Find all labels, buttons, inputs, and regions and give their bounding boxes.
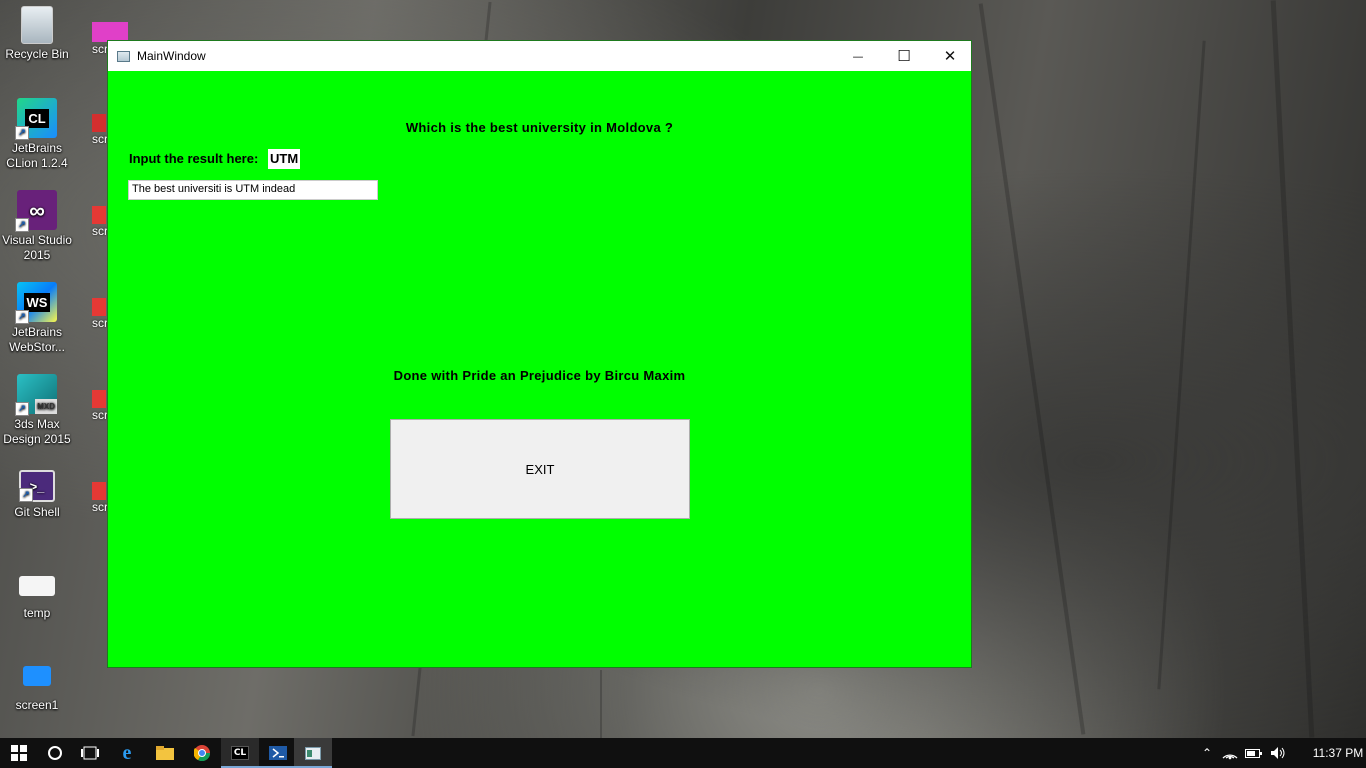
folder-icon [23, 666, 51, 686]
taskbar: e CL ⌃ 11:37 PM [0, 738, 1366, 768]
exit-button[interactable]: EXIT [390, 419, 690, 519]
battery-icon[interactable] [1245, 747, 1263, 759]
desktop-icon-3ds-max[interactable]: MXD ↗ 3ds Max Design 2015 [0, 374, 74, 447]
chrome-button[interactable] [183, 738, 221, 768]
credits-label: Done with Pride an Prejudice by Bircu Ma… [393, 368, 686, 383]
desktop-icon-label: Recycle Bin [5, 47, 69, 61]
show-hidden-icons-icon[interactable]: ⌃ [1196, 746, 1218, 760]
visual-studio-icon: ∞ ↗ [15, 190, 57, 232]
desktop-icon-clion[interactable]: CL ↗ JetBrains CLion 1.2.4 [0, 98, 74, 171]
folder-icon [156, 746, 174, 760]
minimize-button[interactable]: — [835, 41, 881, 71]
shortcut-arrow-icon: ↗ [19, 488, 33, 502]
question-label: Which is the best university in Moldova … [405, 120, 674, 135]
window-title: MainWindow [137, 49, 206, 63]
desktop-icon-visual-studio[interactable]: ∞ ↗ Visual Studio 2015 [0, 190, 74, 263]
shortcut-arrow-icon: ↗ [15, 218, 29, 232]
input-result-label: Input the result here: [129, 151, 259, 166]
clock[interactable]: 11:37 PM [1308, 746, 1366, 760]
desktop-icon-label: JetBrains CLion 1.2.4 [6, 141, 68, 170]
search-circle-icon [48, 746, 62, 760]
git-shell-icon: >_ ↗ [19, 470, 55, 502]
webstorm-icon: WS ↗ [15, 282, 57, 324]
desktop-icon-recycle-bin[interactable]: Recycle Bin [0, 6, 74, 62]
edge-icon: e [122, 741, 132, 764]
exit-button-label: EXIT [525, 461, 555, 477]
window-titlebar[interactable]: MainWindow — ☐ ✕ [108, 41, 971, 71]
result-value: UTM [268, 149, 301, 169]
volume-icon[interactable] [1269, 746, 1287, 760]
desktop-icon-label: Visual Studio 2015 [2, 233, 72, 262]
edge-browser-button[interactable]: e [108, 738, 146, 768]
file-explorer-button[interactable] [146, 738, 184, 768]
3ds-max-icon: MXD ↗ [15, 374, 57, 416]
clion-icon: CL [230, 746, 250, 760]
close-icon: ✕ [943, 47, 957, 65]
desktop-icon-label: 3ds Max Design 2015 [3, 417, 71, 446]
powershell-icon [269, 746, 287, 760]
desktop-icon-screen1[interactable]: screen1 [0, 662, 74, 713]
start-button[interactable] [0, 738, 38, 768]
cortana-search-button[interactable] [36, 738, 74, 768]
shortcut-arrow-icon: ↗ [15, 126, 29, 140]
wifi-icon[interactable] [1221, 746, 1239, 760]
task-view-icon [81, 746, 99, 760]
desktop-icon-label: JetBrains WebStor... [9, 325, 65, 354]
desktop-icon-temp[interactable]: temp [0, 570, 74, 621]
powershell-taskbar-button[interactable] [259, 738, 297, 768]
system-tray: ⌃ 11:37 PM [1196, 738, 1366, 768]
desktop-icon-label: screen1 [15, 698, 59, 712]
clion-taskbar-button[interactable]: CL [221, 738, 259, 768]
shortcut-arrow-icon: ↗ [15, 310, 29, 324]
chrome-icon [194, 745, 210, 761]
maximize-icon: ☐ [897, 47, 911, 65]
close-button[interactable]: ✕ [927, 41, 973, 71]
folder-icon [19, 576, 55, 596]
recycle-bin-icon [21, 6, 53, 44]
desktop-icon-label: temp [23, 606, 51, 620]
shortcut-arrow-icon: ↗ [15, 402, 29, 416]
desktop-icon-git-shell[interactable]: >_ ↗ Git Shell [0, 470, 74, 520]
app-window-icon [117, 50, 130, 62]
desktop-icon-webstorm[interactable]: WS ↗ JetBrains WebStor... [0, 282, 74, 355]
task-view-button[interactable] [71, 738, 109, 768]
mainwindow-taskbar-button[interactable] [294, 738, 332, 768]
maximize-button[interactable]: ☐ [881, 41, 927, 71]
answer-text-field[interactable]: The best universiti is UTM indead [128, 180, 378, 200]
windows-logo-icon [11, 745, 27, 761]
app-window-icon [305, 746, 321, 760]
main-window: MainWindow — ☐ ✕ Which is the best unive… [107, 40, 972, 668]
desktop-icon-label: Git Shell [14, 505, 60, 519]
clion-icon: CL ↗ [15, 98, 57, 140]
window-client-area: Which is the best university in Moldova … [108, 71, 971, 667]
minimize-icon: — [852, 49, 864, 63]
